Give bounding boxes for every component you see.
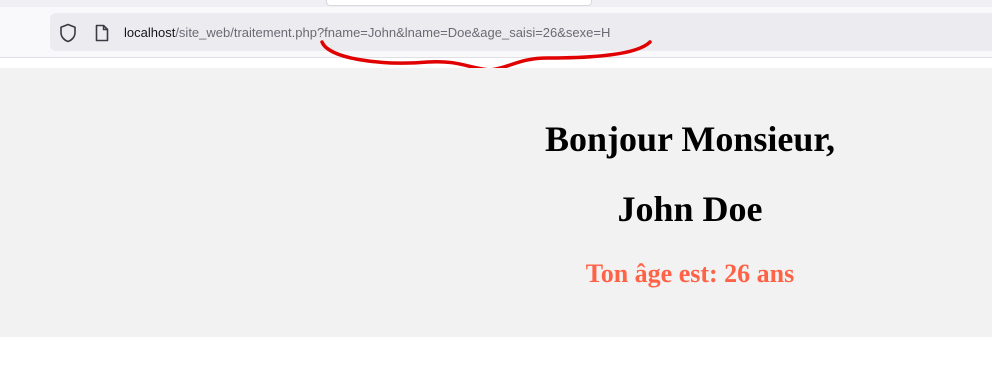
user-name-heading: John Doe — [617, 189, 763, 229]
url-host: localhost — [124, 25, 176, 40]
page-icon[interactable] — [92, 23, 112, 43]
age-text: Ton âge est: 26 ans — [585, 259, 795, 288]
url-path: /site_web/traitement.php?fname=John&lnam… — [175, 25, 611, 40]
greeting-heading: Bonjour Monsieur, — [544, 119, 836, 159]
shield-icon[interactable] — [58, 23, 78, 43]
active-tab-edge[interactable] — [326, 0, 592, 6]
